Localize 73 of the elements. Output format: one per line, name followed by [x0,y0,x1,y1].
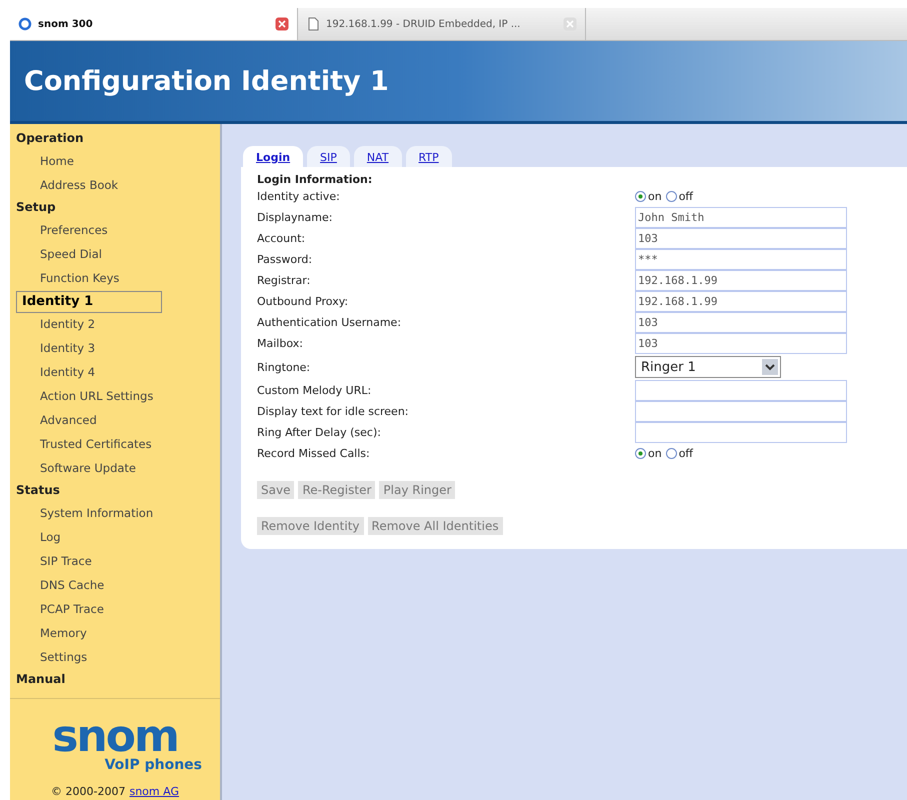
tab[interactable]: SIP [307,146,350,167]
sidebar-item[interactable]: Action URL Settings [16,385,154,409]
tab[interactable]: NAT [354,146,402,167]
radio-label: off [678,447,694,460]
text-field[interactable] [635,401,847,422]
sidebar-item[interactable]: Advanced [16,409,97,433]
text-field[interactable]: John Smith [635,207,847,228]
logo-tagline: VoIP phones [104,757,202,773]
field-label: Custom Melody URL: [257,384,372,397]
field-label: Account: [257,232,306,245]
section-heading: Login Information: [257,173,372,186]
nav-group[interactable]: Status [16,481,60,502]
sidebar-item[interactable]: PCAP Trace [16,598,104,622]
text-field[interactable]: *** [635,249,847,270]
field-label: Password: [257,253,314,266]
radio-label: off [678,190,694,203]
field-label: Ring After Delay (sec): [257,426,382,439]
logo: snom [52,717,178,757]
field-label: Identity active: [257,190,341,203]
sidebar-item[interactable]: Address Book [16,174,118,198]
tab-title: snom 300 [38,18,94,30]
sidebar-item[interactable]: Identity 2 [16,313,96,337]
sidebar-item[interactable]: Identity 4 [16,361,96,385]
text-field[interactable]: 192.168.1.99 [635,291,847,312]
sidebar-item[interactable]: Function Keys [16,267,120,291]
sidebar-item[interactable]: Identity 3 [16,337,96,361]
tab-title: 192.168.1.99 - DRUID Embedded, IP ... [326,18,522,30]
text-field[interactable] [635,422,847,443]
field-label: Record Missed Calls: [257,447,371,460]
sidebar-item[interactable]: System Information [16,502,154,526]
sidebar-item[interactable]: Memory [16,622,87,646]
radio-button[interactable] [666,448,677,459]
nav-group[interactable]: Setup [16,198,56,219]
sidebar-item[interactable]: DNS Cache [16,574,104,598]
page-title: Configuration Identity 1 [24,66,389,96]
radio-label: on [648,447,662,460]
field-label: Registrar: [257,274,312,287]
close-icon[interactable] [275,17,289,31]
nav-group[interactable]: Manual [16,670,66,691]
sidebar-item[interactable]: Home [16,150,74,174]
browser-tab[interactable]: snom 300 [10,8,298,40]
text-field[interactable]: 103 [635,312,847,333]
sidebar-item[interactable]: Preferences [16,219,108,243]
text-field[interactable]: 103 [635,333,847,354]
page-icon [306,17,320,31]
radio-label: on [648,190,662,203]
sidebar-item[interactable]: Software Update [16,457,136,481]
ringtone-dropdown[interactable]: Ringer 1 [635,356,781,378]
tab[interactable]: Login [243,146,304,167]
field-label: Mailbox: [257,337,304,350]
sidebar-item[interactable]: Identity 1 [16,291,162,313]
copyright-text: © 2000-2007 [51,785,126,798]
radio-button[interactable] [666,191,677,202]
nav-group[interactable]: Operation [16,129,84,150]
sidebar-item[interactable]: Log [16,526,61,550]
text-field[interactable]: 103 [635,228,847,249]
field-label: Ringtone: [257,360,312,374]
field-label: Display text for idle screen: [257,405,410,418]
sidebar-item[interactable]: SIP Trace [16,550,92,574]
ring-icon [18,17,32,31]
radio-button[interactable] [635,191,646,202]
field-label: Outbound Proxy: [257,295,350,308]
sidebar-item[interactable]: Trusted Certificates [16,433,152,457]
company-link[interactable]: snom AG [129,785,179,798]
browser-tab[interactable]: 192.168.1.99 - DRUID Embedded, IP ... [298,8,586,40]
text-field[interactable]: 192.168.1.99 [635,270,847,291]
field-label: Displayname: [257,211,334,224]
text-field[interactable] [635,380,847,401]
tab[interactable]: RTP [406,146,452,167]
radio-button[interactable] [635,448,646,459]
field-label: Authentication Username: [257,316,402,329]
sidebar-item[interactable]: Settings [16,646,88,670]
sidebar-item[interactable]: Speed Dial [16,243,102,267]
